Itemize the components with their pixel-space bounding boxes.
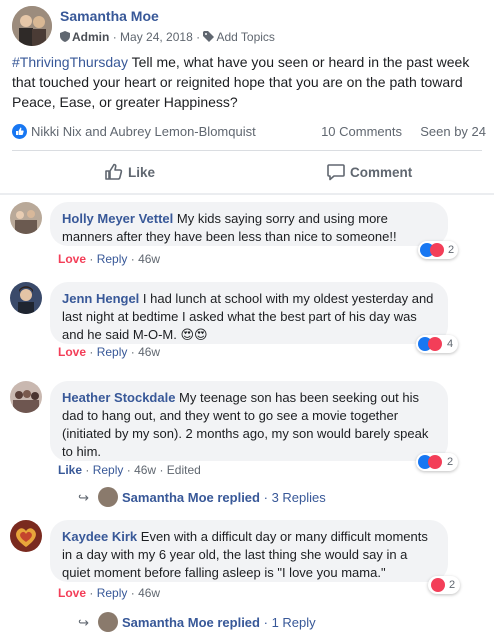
heart-icon [428,337,442,351]
commenter-name[interactable]: Holly Meyer Vettel [62,211,173,226]
reaction-label[interactable]: Love [58,252,86,266]
reaction-count-badge[interactable]: 2 [428,576,460,594]
replier-avatar [98,487,118,507]
replier-avatar [98,612,118,632]
liked-by-names[interactable]: Nikki Nix and Aubrey Lemon-Blomquist [31,124,256,139]
commenter-avatar[interactable] [10,282,42,314]
comment-bubble: Kaydee Kirk Even with a difficult day or… [50,520,448,582]
add-topics-link[interactable]: Add Topics [216,30,274,44]
post-body: #ThrivingThursday Tell me, what have you… [12,52,488,112]
reaction-label[interactable]: Love [58,345,86,359]
comment-bubble: Holly Meyer Vettel My kids saying sorry … [50,202,448,246]
comment-time[interactable]: 46w [138,252,160,266]
commenter-avatar[interactable] [10,381,42,413]
heart-icon [431,578,445,592]
commenter-name[interactable]: Heather Stockdale [62,390,175,405]
shield-icon [60,31,70,42]
post-author-name[interactable]: Samantha Moe [60,8,159,24]
like-button[interactable]: Like [104,162,164,184]
comment-time[interactable]: 46w [138,345,160,359]
tag-icon [203,31,215,42]
reply-arrow-icon: ↪ [78,490,89,505]
edited-label[interactable]: Edited [167,463,201,477]
commenter-name[interactable]: Jenn Hengel [62,291,139,306]
comment-actions: Like · Reply · 46w · Edited [58,463,201,477]
heart-icon [428,455,442,469]
replies-count: 3 Replies [271,490,326,505]
reply-link[interactable]: Reply [97,252,128,266]
post-header: Samantha Moe Admin · May 24, 2018 · Add … [12,6,482,46]
reaction-count-badge[interactable]: 4 [416,335,458,353]
commenter-name[interactable]: Kaydee Kirk [62,529,137,544]
commenter-avatar[interactable] [10,520,42,552]
comment-bubble: Heather Stockdale My teenage son has bee… [50,381,448,461]
reaction-count-badge[interactable]: 2 [416,453,458,471]
reply-link[interactable]: Reply [93,463,124,477]
comment-bubble: Jenn Hengel I had lunch at school with m… [50,282,448,344]
commenter-avatar[interactable] [10,202,42,234]
heart-icon [430,243,444,257]
reaction-label[interactable]: Like [58,463,82,477]
comment-button[interactable]: Comment [326,162,416,184]
comment-icon [327,164,345,181]
reply-link[interactable]: Reply [97,586,128,600]
reply-arrow-icon: ↪ [78,615,89,630]
comment-time[interactable]: 46w [134,463,156,477]
reaction-count-badge[interactable]: 2 [418,241,458,259]
replies-count: 1 Reply [271,615,316,630]
hashtag-link[interactable]: #ThrivingThursday [12,54,128,70]
thumbs-up-icon [105,163,123,180]
section-separator [0,193,494,195]
author-avatar[interactable] [12,6,52,46]
post-meta: Admin · May 24, 2018 · Add Topics [60,30,275,44]
post-date[interactable]: May 24, 2018 [120,30,193,44]
comment-actions: Love · Reply · 46w [58,345,161,359]
comment-actions: Love · Reply · 46w [58,586,161,600]
like-reaction-icon [12,124,27,139]
divider [12,150,482,151]
post-stats: Nikki Nix and Aubrey Lemon-Blomquist 10 … [12,122,488,142]
admin-badge: Admin [72,30,110,44]
reply-link[interactable]: Reply [97,345,128,359]
comments-count[interactable]: 10 Comments [321,124,402,139]
comment-actions: Love · Reply · 46w [58,252,161,266]
comment-time[interactable]: 46w [138,586,160,600]
seen-by[interactable]: Seen by 24 [420,124,486,139]
reaction-label[interactable]: Love [58,586,86,600]
